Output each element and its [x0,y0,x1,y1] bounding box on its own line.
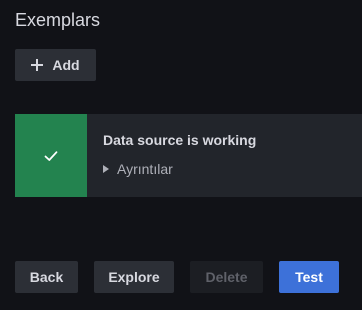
check-icon [44,150,58,161]
delete-button[interactable]: Delete [190,261,263,293]
add-button-label: Add [52,57,80,73]
exemplars-title: Exemplars [15,10,101,30]
alert-details-toggle[interactable]: Ayrıntılar [103,161,256,177]
plus-icon [31,59,44,71]
alert-details-label: Ayrıntılar [117,161,173,177]
add-exemplar-button[interactable]: Add [15,49,96,81]
back-button[interactable]: Back [15,261,78,293]
explore-button[interactable]: Explore [94,261,174,293]
alert-body: Data source is working Ayrıntılar [87,114,256,197]
datasource-status-alert: Data source is working Ayrıntılar [15,114,362,197]
test-button[interactable]: Test [279,261,339,293]
alert-title: Data source is working [103,132,257,148]
triangle-right-icon [103,165,109,173]
alert-icon-box [15,114,87,197]
